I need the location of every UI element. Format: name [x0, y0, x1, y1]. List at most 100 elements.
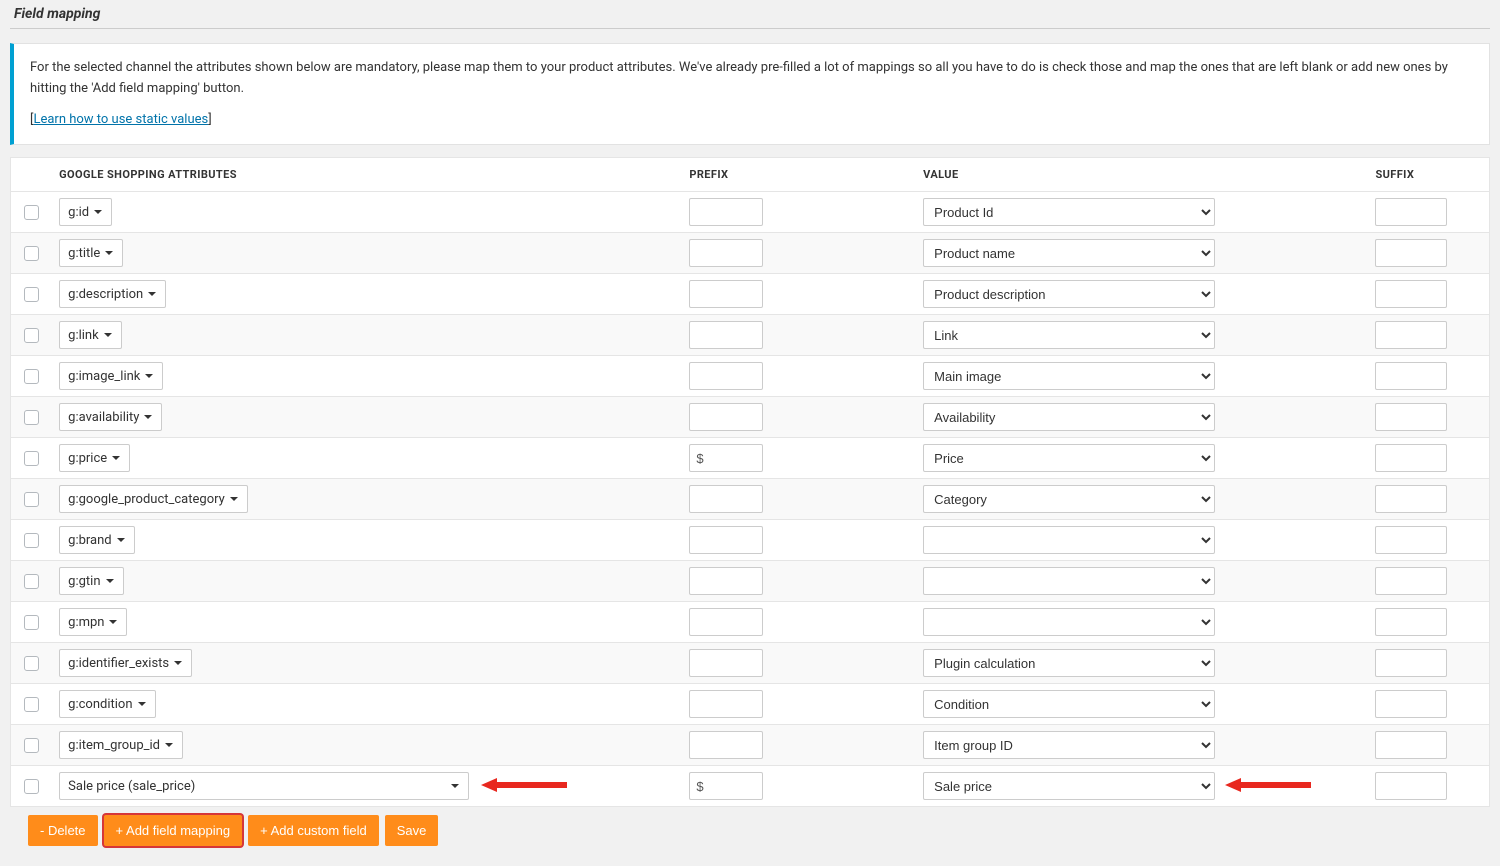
row-checkbox[interactable] [24, 369, 39, 384]
prefix-input[interactable] [689, 526, 763, 554]
table-row: g:link Link [11, 315, 1490, 356]
row-checkbox[interactable] [24, 533, 39, 548]
row-checkbox[interactable] [24, 205, 39, 220]
attribute-select[interactable]: g:item_group_id [59, 731, 183, 759]
suffix-input[interactable] [1375, 526, 1447, 554]
prefix-input[interactable] [689, 239, 763, 267]
save-button[interactable]: Save [385, 815, 439, 846]
chevron-down-icon [229, 495, 239, 503]
add-custom-field-button[interactable]: + Add custom field [248, 815, 379, 846]
chevron-down-icon [111, 454, 121, 462]
value-select[interactable]: Main image [923, 362, 1215, 390]
value-select[interactable] [923, 567, 1215, 595]
suffix-input[interactable] [1375, 198, 1447, 226]
chevron-down-icon [137, 700, 147, 708]
value-select[interactable]: Product name [923, 239, 1215, 267]
suffix-input[interactable] [1375, 567, 1447, 595]
suffix-input[interactable] [1375, 403, 1447, 431]
delete-button[interactable]: - Delete [28, 815, 98, 846]
value-select[interactable]: Product Id [923, 198, 1215, 226]
value-select[interactable]: Item group ID [923, 731, 1215, 759]
chevron-down-icon [147, 290, 157, 298]
suffix-input[interactable] [1375, 321, 1447, 349]
suffix-input[interactable] [1375, 485, 1447, 513]
action-buttons: - Delete + Add field mapping + Add custo… [10, 815, 1490, 846]
chevron-down-icon [173, 659, 183, 667]
add-field-mapping-button[interactable]: + Add field mapping [104, 815, 243, 846]
attribute-select[interactable]: Sale price (sale_price) [59, 772, 469, 800]
row-checkbox[interactable] [24, 246, 39, 261]
attribute-select[interactable]: g:description [59, 280, 166, 308]
learn-static-values-link[interactable]: Learn how to use static values [33, 112, 208, 127]
suffix-input[interactable] [1375, 444, 1447, 472]
suffix-input[interactable] [1375, 608, 1447, 636]
value-select[interactable]: Price [923, 444, 1215, 472]
attribute-select[interactable]: g:gtin [59, 567, 123, 595]
attribute-select[interactable]: g:brand [59, 526, 134, 554]
value-select[interactable]: Category [923, 485, 1215, 513]
table-row: Sale price (sale_price) Sale price [11, 766, 1490, 807]
row-checkbox[interactable] [24, 287, 39, 302]
attribute-select[interactable]: g:image_link [59, 362, 163, 390]
prefix-input[interactable] [689, 608, 763, 636]
suffix-input[interactable] [1375, 649, 1447, 677]
row-checkbox[interactable] [24, 328, 39, 343]
value-select[interactable]: Link [923, 321, 1215, 349]
row-checkbox[interactable] [24, 410, 39, 425]
attribute-select[interactable]: g:link [59, 321, 122, 349]
notice-body: For the selected channel the attributes … [30, 58, 1473, 100]
prefix-input[interactable] [689, 198, 763, 226]
field-mapping-table: Google Shopping attributes Prefix Value … [10, 157, 1490, 807]
row-checkbox[interactable] [24, 451, 39, 466]
prefix-input[interactable] [689, 362, 763, 390]
prefix-input[interactable] [689, 772, 763, 800]
attribute-select-label: g:link [68, 328, 99, 343]
suffix-input[interactable] [1375, 731, 1447, 759]
attribute-select[interactable]: g:id [59, 198, 112, 226]
table-row: g:google_product_category Category [11, 479, 1490, 520]
prefix-input[interactable] [689, 649, 763, 677]
attribute-select-label: g:availability [68, 410, 139, 425]
attribute-select-label: g:identifier_exists [68, 656, 169, 671]
prefix-input[interactable] [689, 690, 763, 718]
row-checkbox[interactable] [24, 615, 39, 630]
suffix-input[interactable] [1375, 362, 1447, 390]
attribute-select[interactable]: g:mpn [59, 608, 127, 636]
attribute-select[interactable]: g:title [59, 239, 123, 267]
row-checkbox[interactable] [24, 697, 39, 712]
value-select[interactable]: Product description [923, 280, 1215, 308]
prefix-input[interactable] [689, 403, 763, 431]
prefix-input[interactable] [689, 485, 763, 513]
row-checkbox[interactable] [24, 492, 39, 507]
attribute-select-label: g:google_product_category [68, 492, 225, 507]
prefix-input[interactable] [689, 321, 763, 349]
attribute-select-label: g:price [68, 451, 107, 466]
attribute-select[interactable]: g:google_product_category [59, 485, 248, 513]
attribute-select[interactable]: g:availability [59, 403, 162, 431]
suffix-input[interactable] [1375, 280, 1447, 308]
row-checkbox[interactable] [24, 779, 39, 794]
attribute-select[interactable]: g:price [59, 444, 130, 472]
prefix-input[interactable] [689, 731, 763, 759]
col-header-value: Value [915, 158, 1367, 192]
suffix-input[interactable] [1375, 239, 1447, 267]
value-select[interactable]: Availability [923, 403, 1215, 431]
value-select[interactable]: Sale price [923, 772, 1215, 800]
attribute-select-label: g:item_group_id [68, 738, 160, 753]
prefix-input[interactable] [689, 280, 763, 308]
row-checkbox[interactable] [24, 738, 39, 753]
attribute-select-label: g:condition [68, 697, 132, 712]
value-select[interactable] [923, 608, 1215, 636]
attribute-select[interactable]: g:condition [59, 690, 155, 718]
prefix-input[interactable] [689, 567, 763, 595]
suffix-input[interactable] [1375, 690, 1447, 718]
attribute-select[interactable]: g:identifier_exists [59, 649, 192, 677]
col-header-attribute: Google Shopping attributes [51, 158, 681, 192]
value-select[interactable] [923, 526, 1215, 554]
prefix-input[interactable] [689, 444, 763, 472]
value-select[interactable]: Condition [923, 690, 1215, 718]
row-checkbox[interactable] [24, 656, 39, 671]
suffix-input[interactable] [1375, 772, 1447, 800]
row-checkbox[interactable] [24, 574, 39, 589]
value-select[interactable]: Plugin calculation [923, 649, 1215, 677]
